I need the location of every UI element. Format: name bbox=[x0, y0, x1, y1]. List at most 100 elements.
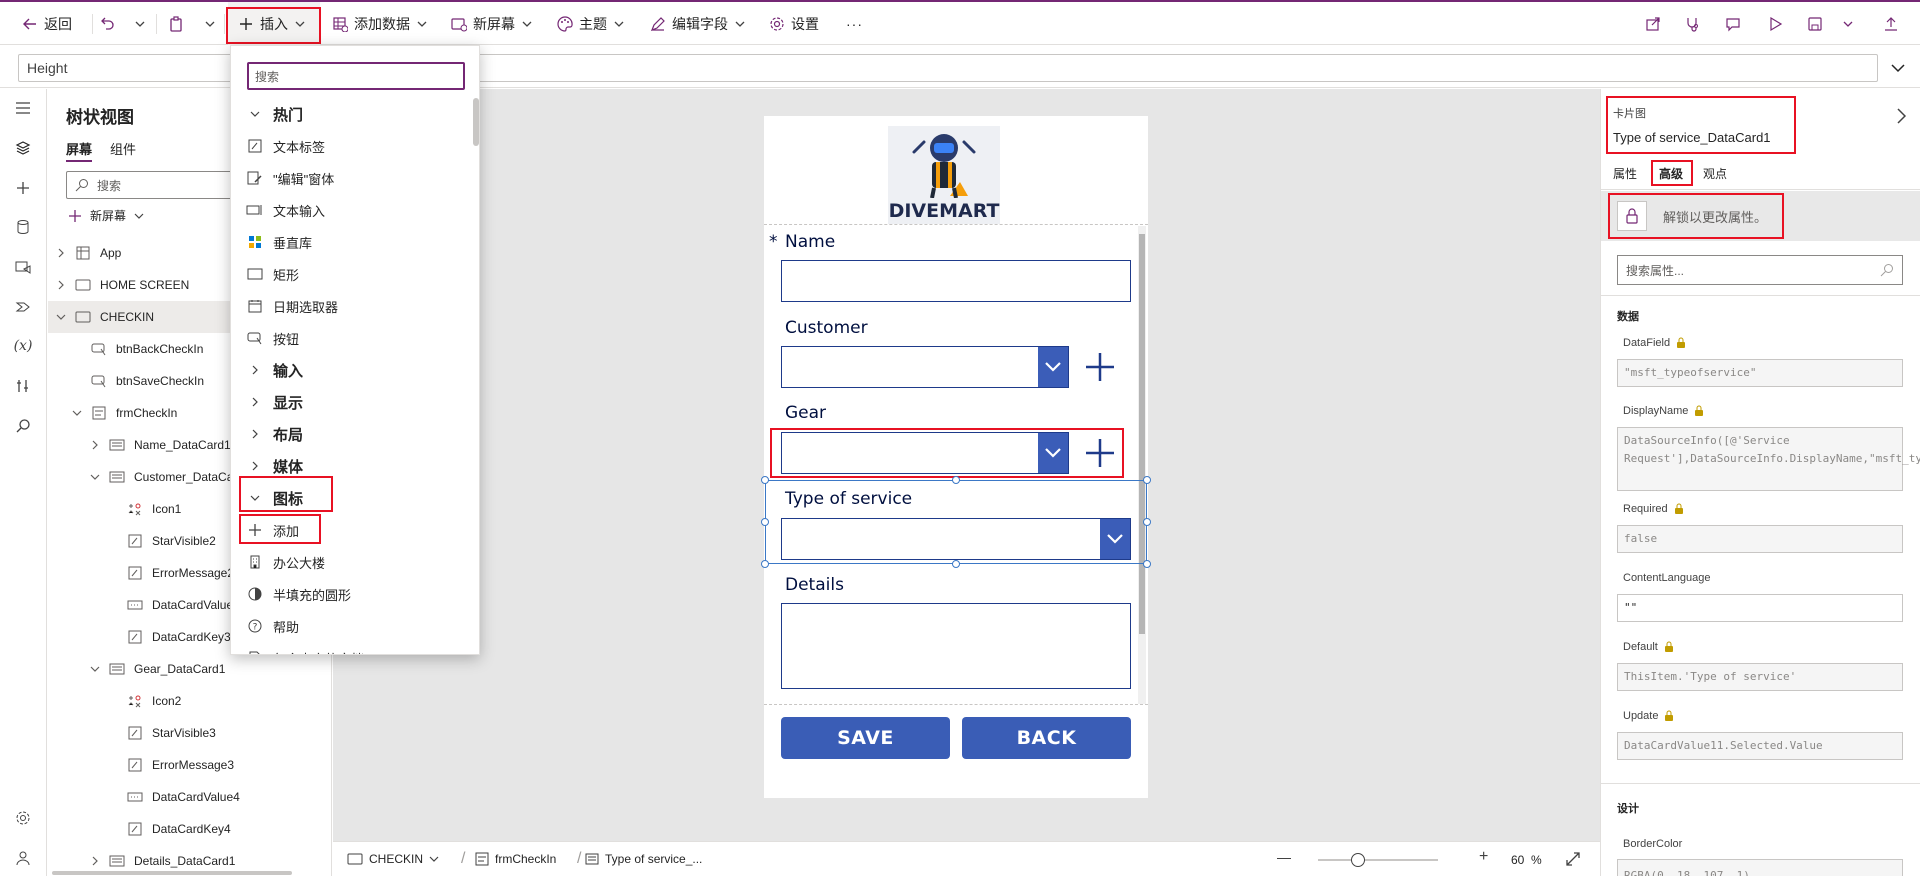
preview-button[interactable] bbox=[1767, 2, 1783, 45]
breadcrumb-form[interactable]: frmCheckIn bbox=[475, 852, 556, 866]
search-icon[interactable] bbox=[12, 415, 34, 437]
tree-item[interactable]: ErrorMessage3 bbox=[48, 749, 332, 781]
more-button[interactable]: ··· bbox=[846, 2, 863, 45]
tab-ideas[interactable]: 观点 bbox=[1703, 165, 1727, 182]
insert-category[interactable]: 显示 bbox=[231, 386, 471, 418]
fit-to-window-button[interactable] bbox=[1565, 851, 1581, 867]
resize-handle[interactable] bbox=[952, 560, 960, 568]
chevron-down-icon[interactable] bbox=[90, 664, 104, 674]
insert-item[interactable]: 文本标签 bbox=[231, 130, 471, 162]
add-data-button[interactable]: 添加数据 bbox=[332, 2, 428, 45]
insert-item[interactable]: 日期选取器 bbox=[231, 290, 471, 322]
chevron-down-icon[interactable] bbox=[56, 312, 70, 322]
tab-properties[interactable]: 属性 bbox=[1613, 165, 1637, 182]
breadcrumb-card[interactable]: Type of service_... bbox=[585, 852, 702, 866]
insert-item[interactable]: 垂直库 bbox=[231, 226, 471, 258]
save-menu-chevron[interactable] bbox=[1842, 2, 1854, 45]
resize-handle[interactable] bbox=[1143, 560, 1151, 568]
advanced-tools-icon[interactable] bbox=[12, 375, 34, 397]
insert-item[interactable]: "编辑"窗体 bbox=[231, 162, 471, 194]
breadcrumb-screen[interactable]: CHECKIN bbox=[347, 852, 439, 866]
insert-item[interactable]: 按钮 bbox=[231, 322, 471, 354]
property-search-input[interactable]: 搜索属性... bbox=[1617, 255, 1903, 285]
details-input[interactable] bbox=[781, 603, 1131, 689]
chevron-down-icon[interactable] bbox=[72, 408, 86, 418]
settings-button[interactable]: 设置 bbox=[769, 2, 819, 45]
zoom-slider-track[interactable] bbox=[1318, 859, 1438, 861]
new-screen-button[interactable]: 新屏幕 bbox=[451, 2, 533, 45]
type-of-service-dropdown[interactable] bbox=[781, 518, 1131, 560]
form-scrollbar[interactable] bbox=[1138, 226, 1146, 704]
type-of-service-dropdown-button[interactable] bbox=[1100, 519, 1130, 559]
collapse-panel-button[interactable] bbox=[1895, 107, 1907, 125]
app-checker-button[interactable] bbox=[1685, 2, 1701, 45]
undo-button[interactable] bbox=[100, 2, 116, 45]
tree-item[interactable]: Icon2 bbox=[48, 685, 332, 717]
name-input[interactable] bbox=[781, 260, 1131, 302]
tab-screens[interactable]: 屏幕 bbox=[66, 139, 93, 162]
variables-icon[interactable]: (x) bbox=[12, 335, 34, 357]
property-value[interactable]: DataCardValue11.Selected.Value bbox=[1617, 732, 1903, 760]
app-back-button[interactable]: BACK bbox=[962, 717, 1131, 759]
back-button[interactable]: 返回 bbox=[22, 2, 72, 45]
zoom-in-icon[interactable]: + bbox=[1479, 848, 1488, 866]
chevron-right-icon[interactable] bbox=[90, 440, 104, 450]
chevron-right-icon[interactable] bbox=[56, 248, 70, 258]
resize-handle[interactable] bbox=[761, 476, 769, 484]
insert-search-input[interactable]: 搜索 bbox=[247, 62, 465, 90]
add-customer-icon[interactable] bbox=[1084, 351, 1116, 383]
tree-item[interactable]: Gear_DataCard1 bbox=[48, 653, 332, 685]
insert-item[interactable]: 矩形 bbox=[231, 258, 471, 290]
tree-view-layers-icon[interactable] bbox=[12, 137, 34, 159]
settings-gear-icon[interactable] bbox=[12, 807, 34, 829]
comments-button[interactable] bbox=[1725, 2, 1741, 45]
tab-components[interactable]: 组件 bbox=[110, 139, 136, 158]
insert-item[interactable]: 包含内容的文档 bbox=[231, 642, 471, 654]
insert-item[interactable]: 文本输入 bbox=[231, 194, 471, 226]
property-value[interactable]: DataSourceInfo([@'Service Request'],Data… bbox=[1617, 427, 1920, 491]
insert-scrollbar-thumb[interactable] bbox=[473, 98, 479, 146]
insert-item[interactable]: ? 帮助 bbox=[231, 610, 471, 642]
insert-category[interactable]: 布局 bbox=[231, 418, 471, 450]
resize-handle[interactable] bbox=[761, 518, 769, 526]
insert-item[interactable]: 半填充的圆形 bbox=[231, 578, 471, 610]
zoom-out-icon[interactable] bbox=[1277, 858, 1291, 859]
resize-handle[interactable] bbox=[952, 476, 960, 484]
tree-item[interactable]: DataCardKey4 bbox=[48, 813, 332, 845]
chevron-right-icon[interactable] bbox=[90, 856, 104, 866]
formula-expand-chevron[interactable] bbox=[1890, 60, 1906, 76]
insert-category[interactable]: 热门 bbox=[231, 98, 471, 130]
theme-button[interactable]: 主题 bbox=[557, 2, 625, 45]
share-button[interactable] bbox=[1645, 2, 1661, 45]
media-icon[interactable] bbox=[12, 256, 34, 278]
property-value[interactable]: "" bbox=[1617, 594, 1903, 622]
insert-plus-icon[interactable] bbox=[12, 177, 34, 199]
insert-category[interactable]: 输入 bbox=[231, 354, 471, 386]
tree-item[interactable]: StarVisible3 bbox=[48, 717, 332, 749]
data-cylinder-icon[interactable] bbox=[12, 216, 34, 238]
publish-button[interactable] bbox=[1883, 2, 1899, 45]
property-value[interactable]: ThisItem.'Type of service' bbox=[1617, 663, 1903, 691]
undo-menu-chevron[interactable] bbox=[134, 2, 146, 45]
tree-horizontal-scrollbar[interactable] bbox=[52, 871, 292, 875]
property-value[interactable]: "msft_typeofservice" bbox=[1617, 359, 1903, 387]
tree-item[interactable]: DataCardValue4 bbox=[48, 781, 332, 813]
resize-handle[interactable] bbox=[1143, 518, 1151, 526]
app-save-button[interactable]: SAVE bbox=[781, 717, 950, 759]
customer-dropdown-button[interactable] bbox=[1038, 347, 1068, 387]
insert-item[interactable]: 办公大楼 bbox=[231, 546, 471, 578]
power-automate-icon[interactable] bbox=[12, 296, 34, 318]
save-button[interactable] bbox=[1807, 2, 1823, 45]
hamburger-icon[interactable] bbox=[12, 97, 34, 119]
edit-fields-button[interactable]: 编辑字段 bbox=[650, 2, 746, 45]
zoom-slider-thumb[interactable] bbox=[1351, 853, 1365, 867]
border-color-value[interactable]: RGBA(0, 18, 107, 1) bbox=[1617, 859, 1903, 876]
chevron-right-icon[interactable] bbox=[56, 280, 70, 290]
customer-dropdown[interactable] bbox=[781, 346, 1069, 388]
paste-menu-chevron[interactable] bbox=[204, 2, 216, 45]
paste-button[interactable] bbox=[168, 2, 184, 45]
property-value[interactable]: false bbox=[1617, 525, 1903, 553]
chevron-down-icon[interactable] bbox=[90, 472, 104, 482]
account-icon[interactable] bbox=[12, 847, 34, 869]
resize-handle[interactable] bbox=[1143, 476, 1151, 484]
